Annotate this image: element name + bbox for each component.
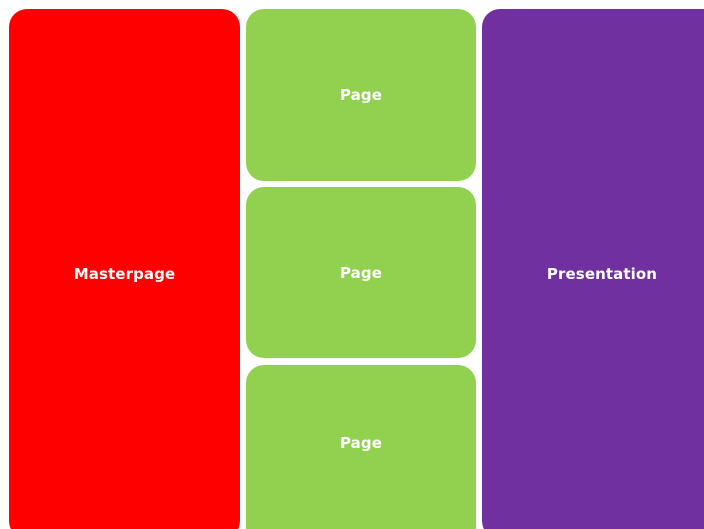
masterpage-label: Masterpage xyxy=(73,265,176,283)
diagram-canvas: Masterpage Page Page Page Presentation xyxy=(0,0,704,529)
presentation-label: Presentation xyxy=(546,265,658,283)
page-block-1: Page xyxy=(246,9,476,181)
page-label-3: Page xyxy=(339,434,383,452)
page-block-2: Page xyxy=(246,187,476,358)
masterpage-block: Masterpage xyxy=(9,9,240,529)
page-label-1: Page xyxy=(339,86,383,104)
page-block-3: Page xyxy=(246,365,476,529)
page-label-2: Page xyxy=(339,263,383,282)
presentation-block: Presentation xyxy=(482,9,704,529)
